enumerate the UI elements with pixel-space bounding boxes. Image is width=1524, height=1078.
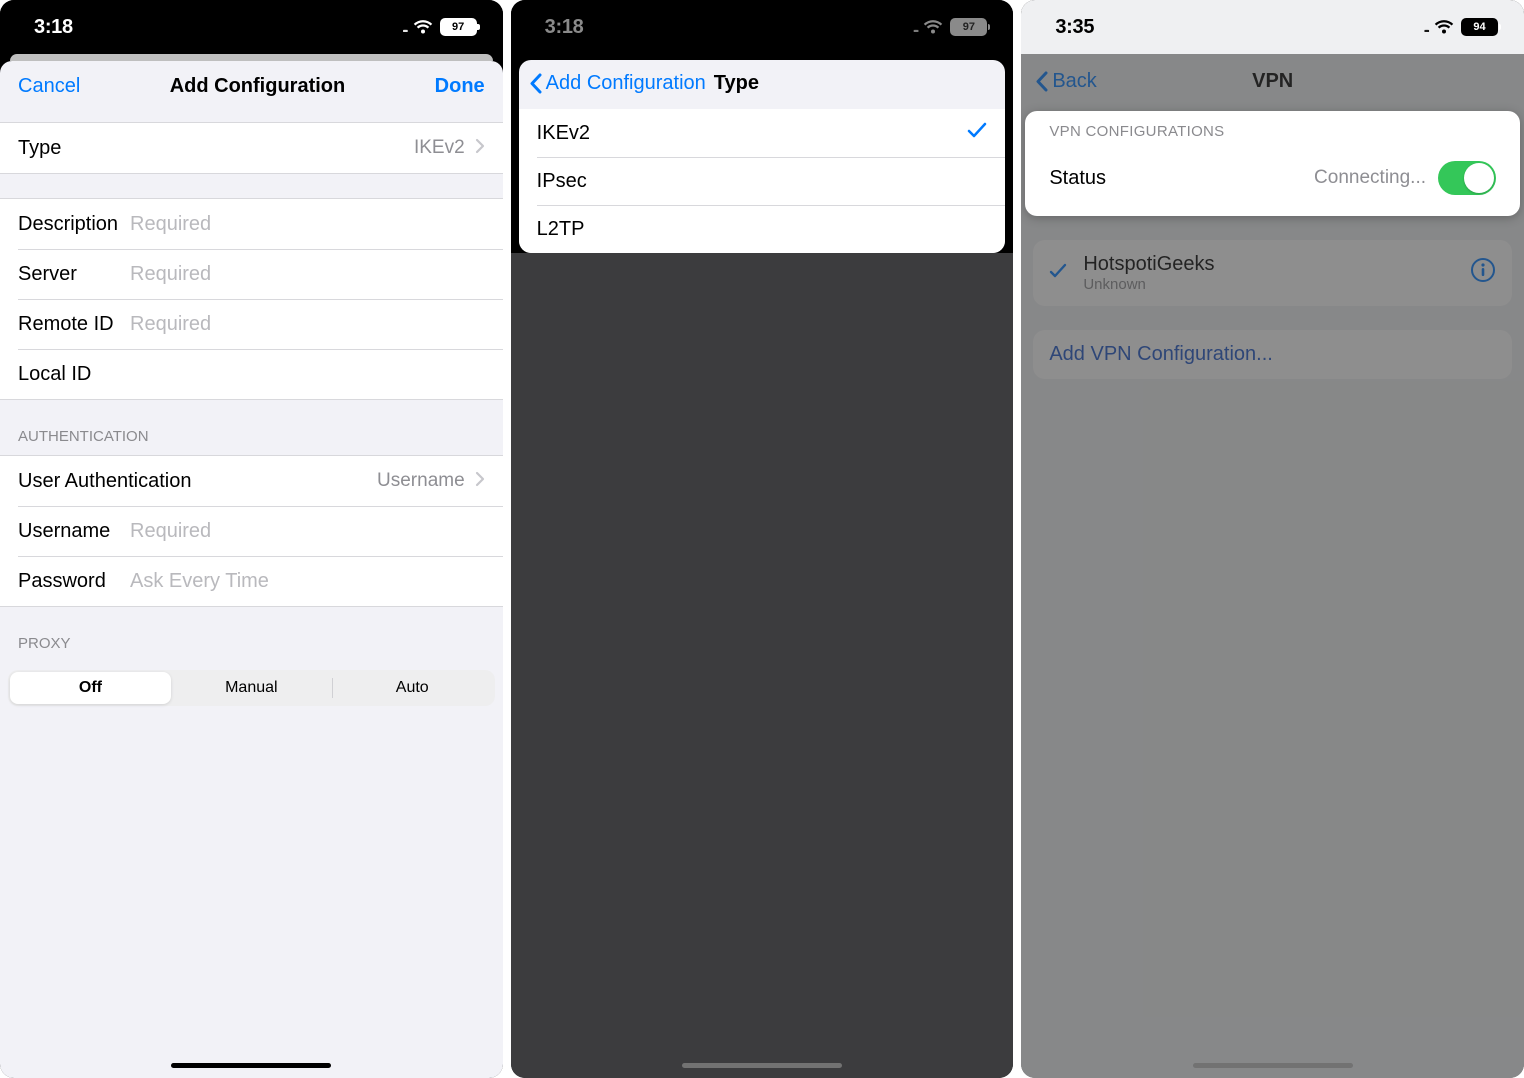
- proxy-auto-segment[interactable]: Auto: [332, 672, 493, 704]
- home-indicator[interactable]: [171, 1063, 331, 1068]
- wifi-icon: [1434, 20, 1454, 35]
- server-row[interactable]: Server: [0, 249, 503, 299]
- status-bar: 3:35 .... 94: [1021, 0, 1524, 54]
- add-config-button[interactable]: Add VPN Configuration...: [1033, 330, 1512, 379]
- type-row[interactable]: Type IKEv2: [0, 123, 503, 173]
- wifi-icon: [923, 20, 943, 35]
- remote-id-input[interactable]: [130, 313, 485, 336]
- checkmark-icon: [1049, 262, 1083, 285]
- info-icon[interactable]: [1470, 257, 1496, 289]
- done-button[interactable]: Done: [435, 75, 485, 98]
- password-row[interactable]: Password: [0, 556, 503, 606]
- status-row: Status Connecting...: [1033, 148, 1512, 208]
- proxy-manual-segment[interactable]: Manual: [171, 672, 332, 704]
- user-auth-row[interactable]: User Authentication Username: [0, 456, 503, 506]
- screen-type-select: 3:18 .... 97 Add Configuration Type: [511, 0, 1014, 1078]
- cellular-dots-icon: ....: [402, 19, 406, 35]
- nav-bar: Cancel Add Configuration Done: [0, 61, 503, 122]
- page-title: VPN: [1021, 70, 1524, 93]
- battery-icon: 97: [440, 18, 477, 36]
- proxy-header: PROXY: [0, 607, 503, 662]
- chevron-left-icon: [529, 73, 542, 94]
- battery-icon: 97: [950, 18, 987, 36]
- status-time: 3:35: [1055, 16, 1094, 39]
- local-id-input[interactable]: [130, 363, 485, 386]
- configs-header: VPN CONFIGURATIONS: [1033, 115, 1512, 148]
- status-time: 3:18: [34, 16, 73, 39]
- page-title: Add Configuration: [170, 75, 346, 98]
- username-row[interactable]: Username: [0, 506, 503, 556]
- screen-add-config: 3:18 .... 97 Cancel Add Configuration Do…: [0, 0, 503, 1078]
- proxy-off-segment[interactable]: Off: [10, 672, 171, 704]
- type-option-ipsec[interactable]: IPsec: [519, 157, 1006, 205]
- auth-section: User Authentication Username Username Pa…: [0, 455, 503, 607]
- type-option-ikev2[interactable]: IKEv2: [519, 109, 1006, 157]
- chevron-right-icon: [465, 137, 485, 160]
- description-input[interactable]: [130, 213, 485, 236]
- config-row[interactable]: HotspotiGeeks Unknown: [1033, 240, 1512, 306]
- status-bar: 3:18 .... 97: [0, 0, 503, 54]
- add-config-card: Add VPN Configuration...: [1033, 330, 1512, 379]
- remote-id-row[interactable]: Remote ID: [0, 299, 503, 349]
- page-title: Type: [714, 72, 759, 95]
- config-sheet: Cancel Add Configuration Done Type IKEv2…: [0, 61, 503, 1078]
- wifi-icon: [413, 20, 433, 35]
- config-subtitle: Unknown: [1083, 276, 1214, 293]
- auth-header: AUTHENTICATION: [0, 400, 503, 455]
- type-options-list: IKEv2 IPsec L2TP: [519, 109, 1006, 253]
- highlighted-status-block: VPN CONFIGURATIONS Status Connecting...: [1025, 111, 1520, 216]
- username-input[interactable]: [130, 520, 485, 543]
- cellular-dots-icon: ....: [913, 19, 917, 35]
- home-indicator[interactable]: [1193, 1063, 1353, 1068]
- details-section: Description Server Remote ID Local ID: [0, 198, 503, 400]
- screen-vpn-status: 3:35 .... 94 Back VPN: [1021, 0, 1524, 1078]
- proxy-segmented-control[interactable]: Off Manual Auto: [8, 670, 495, 706]
- chevron-right-icon: [465, 470, 485, 493]
- checkmark-icon: [967, 121, 987, 145]
- back-button[interactable]: Add Configuration: [529, 72, 706, 95]
- status-time: 3:18: [545, 16, 584, 39]
- type-section: Type IKEv2: [0, 122, 503, 174]
- status-value: Connecting...: [1106, 167, 1438, 189]
- description-row[interactable]: Description: [0, 199, 503, 249]
- cellular-dots-icon: ....: [1423, 19, 1427, 35]
- nav-bar: Add Configuration Type: [519, 60, 1006, 109]
- battery-icon: 94: [1461, 18, 1498, 36]
- type-option-l2tp[interactable]: L2TP: [519, 205, 1006, 253]
- config-name: HotspotiGeeks: [1083, 253, 1214, 276]
- cancel-button[interactable]: Cancel: [18, 75, 80, 98]
- status-bar: 3:18 .... 97: [511, 0, 1014, 54]
- type-sheet: Add Configuration Type IKEv2 IPsec L2TP: [519, 60, 1006, 253]
- nav-bar: Back VPN: [1021, 54, 1524, 111]
- password-input[interactable]: [130, 570, 485, 593]
- vpn-screen-body: Back VPN VPN CONFIGURATIONS Status Conne…: [1021, 54, 1524, 1078]
- status-card: Status Connecting...: [1033, 148, 1512, 208]
- local-id-row[interactable]: Local ID: [0, 349, 503, 399]
- home-indicator[interactable]: [682, 1063, 842, 1068]
- server-input[interactable]: [130, 263, 485, 286]
- status-toggle[interactable]: [1438, 161, 1496, 195]
- configs-list: HotspotiGeeks Unknown: [1033, 240, 1512, 306]
